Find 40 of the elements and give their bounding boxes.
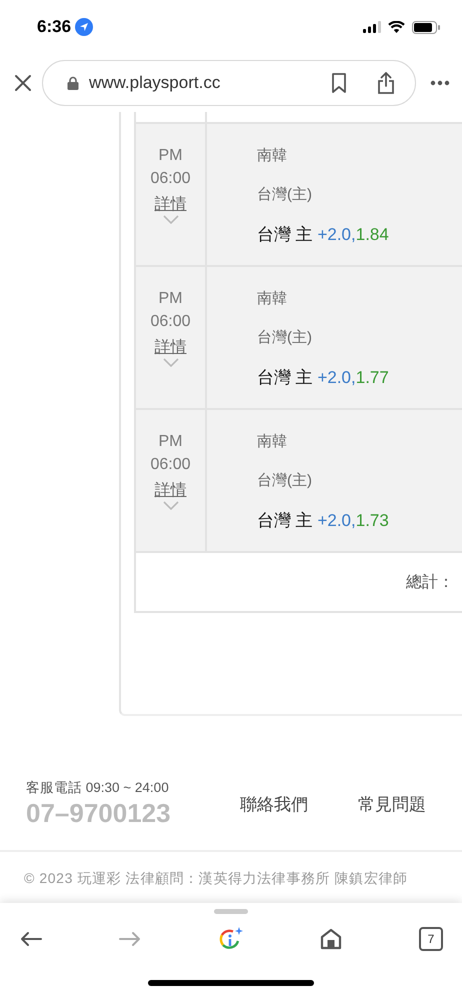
home-team: 台灣(主) bbox=[257, 328, 313, 348]
copyright-text: © 2023 玩運彩 法律顧問：漢英得力法律事務所 陳鎮宏律師 bbox=[23, 869, 409, 888]
footer-link[interactable]: 聯絡我們 bbox=[240, 792, 308, 816]
location-icon bbox=[75, 18, 94, 36]
hotline-label: 客服電話 09:30 ~ 24:00 bbox=[26, 779, 170, 797]
battery-icon bbox=[412, 20, 440, 34]
more-icon[interactable] bbox=[430, 80, 450, 86]
back-arrow-icon[interactable] bbox=[20, 931, 42, 947]
total-label: 總計： bbox=[406, 572, 454, 592]
url-text: www.playsport.cc bbox=[89, 73, 222, 93]
signal-icon bbox=[363, 21, 381, 33]
pick-text: 台灣 主 +2.0,1.77 bbox=[257, 367, 389, 389]
wifi-icon bbox=[388, 21, 405, 33]
details-link[interactable]: 詳情 bbox=[154, 195, 186, 215]
lock-icon bbox=[67, 76, 79, 90]
details-link[interactable]: 詳情 bbox=[154, 338, 186, 358]
away-team: 南韓 bbox=[257, 289, 288, 309]
home-icon[interactable] bbox=[320, 928, 342, 950]
footer-link[interactable]: 常見問題 bbox=[358, 792, 426, 816]
phone-number: 07–9700123 bbox=[26, 797, 172, 829]
address-bar[interactable]: www.playsport.cc bbox=[42, 60, 416, 106]
home-team: 台灣(主) bbox=[257, 471, 313, 491]
close-icon[interactable] bbox=[14, 74, 32, 92]
match-time: 06:00 bbox=[150, 312, 191, 332]
away-team: 南韓 bbox=[257, 146, 288, 166]
details-link[interactable]: 詳情 bbox=[154, 481, 186, 501]
tab-count-button[interactable]: 7 bbox=[419, 927, 443, 951]
match-time: 06:00 bbox=[150, 455, 191, 475]
pick-text: 台灣 主 +2.0,1.73 bbox=[257, 510, 389, 532]
match-time: 06:00 bbox=[150, 169, 191, 189]
google-lens-icon[interactable] bbox=[218, 926, 244, 952]
match-period: PM bbox=[158, 146, 182, 166]
bookmark-icon[interactable] bbox=[331, 73, 347, 93]
status-time: 6:36 bbox=[37, 17, 72, 37]
share-icon[interactable] bbox=[377, 72, 395, 94]
match-period: PM bbox=[158, 289, 182, 309]
match-period: PM bbox=[158, 432, 182, 452]
away-team: 南韓 bbox=[257, 432, 288, 452]
home-team: 台灣(主) bbox=[257, 185, 313, 205]
pick-text: 台灣 主 +2.0,1.84 bbox=[257, 224, 389, 246]
